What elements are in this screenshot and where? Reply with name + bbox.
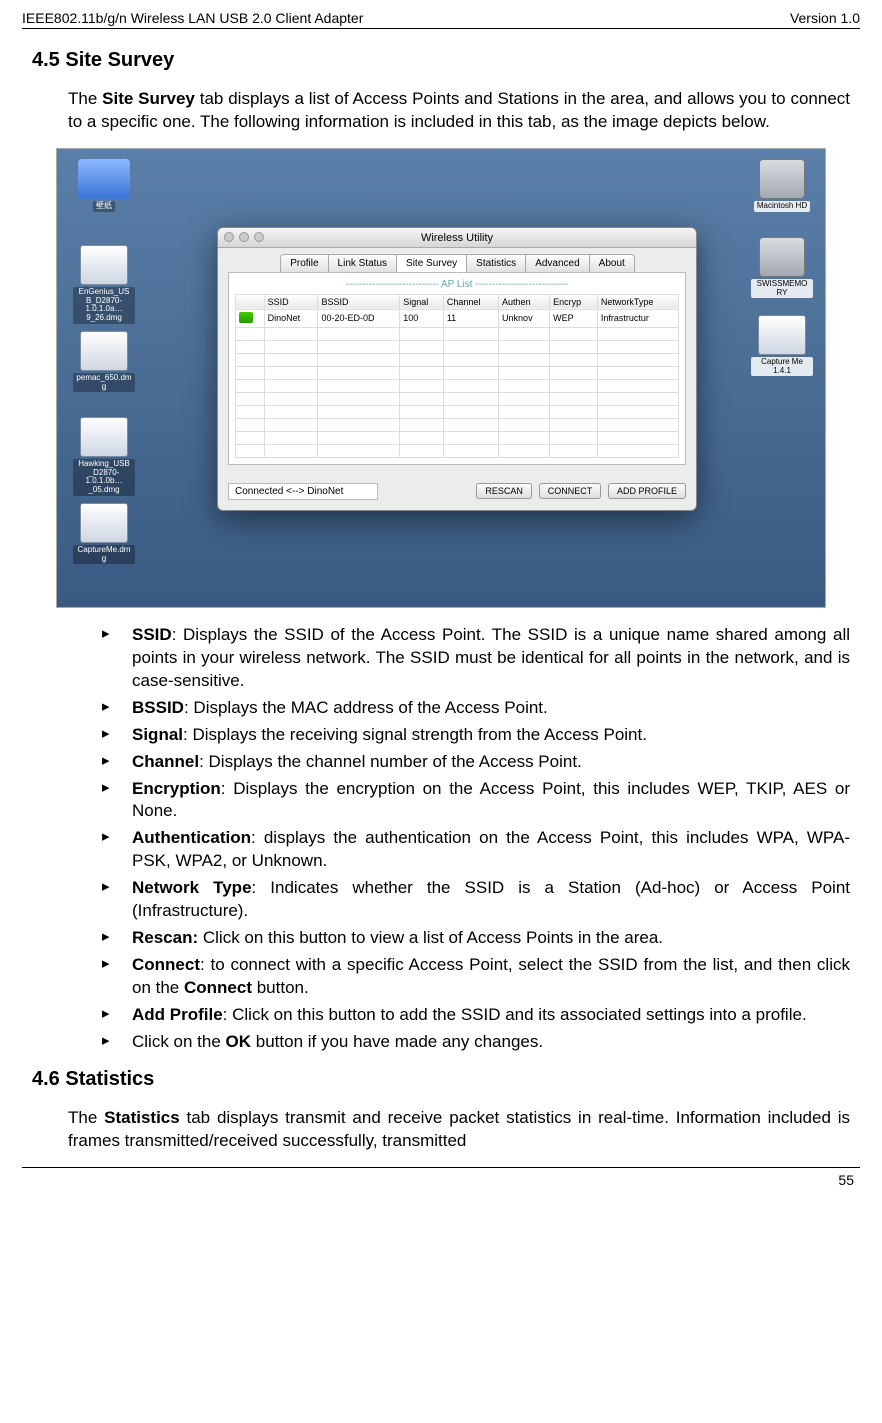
bullet-item: Click on the OK button if you have made … bbox=[102, 1031, 850, 1054]
ap-row-empty bbox=[236, 431, 679, 444]
ap-row-empty bbox=[236, 379, 679, 392]
stats-text-1: The bbox=[68, 1108, 104, 1127]
bullet-item: BSSID: Displays the MAC address of the A… bbox=[102, 697, 850, 720]
desktop-icon[interactable]: EnGenius_USB_D2870-1.0.1.0a…9_26.dmg bbox=[73, 245, 135, 324]
icon-label: Macintosh HD bbox=[754, 201, 810, 212]
drive-icon bbox=[759, 237, 805, 277]
desktop-icon[interactable]: SWISSMEMORY bbox=[751, 237, 813, 299]
connection-status: Connected <--> DinoNet bbox=[228, 483, 378, 500]
bullet-item: Encryption: Displays the encryption on t… bbox=[102, 778, 850, 824]
ap-row-empty bbox=[236, 418, 679, 431]
bullet-list: SSID: Displays the SSID of the Access Po… bbox=[102, 624, 850, 1054]
glyph-icon bbox=[758, 315, 806, 355]
bullet-item: Connect: to connect with a specific Acce… bbox=[102, 954, 850, 1000]
drive-icon bbox=[759, 159, 805, 199]
ap-table: SSIDBSSIDSignalChannelAuthenEncrypNetwor… bbox=[235, 294, 679, 458]
ap-panel: ---------------------------- AP List ---… bbox=[228, 272, 686, 465]
icon-label: SWISSMEMORY bbox=[751, 279, 813, 299]
tab-advanced[interactable]: Advanced bbox=[525, 254, 589, 272]
header-rule bbox=[22, 28, 860, 29]
ap-row-empty bbox=[236, 340, 679, 353]
rescan-button[interactable]: RESCAN bbox=[476, 483, 532, 499]
signal-icon bbox=[239, 312, 253, 323]
ap-list-title: ---------------------------- AP List ---… bbox=[235, 279, 679, 290]
bullet-item: Rescan: Click on this button to view a l… bbox=[102, 927, 850, 950]
desktop-icon[interactable]: Hawking_USB_D2870-1.0.1.0b…_05.dmg bbox=[73, 417, 135, 496]
tab-bar: ProfileLink StatusSite SurveyStatisticsA… bbox=[218, 248, 696, 272]
desktop-icon[interactable]: 壁纸 bbox=[73, 159, 135, 212]
icon-label: pemac_650.dmg bbox=[73, 373, 135, 393]
desktop-icon[interactable]: Macintosh HD bbox=[751, 159, 813, 212]
traffic-lights bbox=[224, 232, 264, 242]
ap-row-empty bbox=[236, 327, 679, 340]
icon-label: EnGenius_USB_D2870-1.0.1.0a…9_26.dmg bbox=[73, 287, 135, 324]
ap-col-header: SSID bbox=[264, 294, 318, 309]
tab-link-status[interactable]: Link Status bbox=[328, 254, 397, 272]
desktop-icon[interactable]: Capture Me 1.4.1 bbox=[751, 315, 813, 377]
ap-row-empty bbox=[236, 353, 679, 366]
bullet-item: Signal: Displays the receiving signal st… bbox=[102, 724, 850, 747]
ap-col-header bbox=[236, 294, 265, 309]
ap-row-empty bbox=[236, 392, 679, 405]
desktop-icon[interactable]: CaptureMe.dmg bbox=[73, 503, 135, 565]
glyph-icon bbox=[80, 331, 128, 371]
icon-label: Capture Me 1.4.1 bbox=[751, 357, 813, 377]
folder-icon bbox=[78, 159, 130, 199]
section-4-6-title: 4.6 Statistics bbox=[32, 1068, 860, 1091]
desktop-icon[interactable]: pemac_650.dmg bbox=[73, 331, 135, 393]
bullet-item: SSID: Displays the SSID of the Access Po… bbox=[102, 624, 850, 693]
add-profile-button[interactable]: ADD PROFILE bbox=[608, 483, 686, 499]
glyph-icon bbox=[80, 245, 128, 285]
section-4-5-body: The Site Survey tab displays a list of A… bbox=[68, 88, 850, 134]
stats-bold: Statistics bbox=[104, 1108, 180, 1127]
wireless-utility-window: Wireless Utility ProfileLink StatusSite … bbox=[217, 227, 697, 511]
tab-statistics[interactable]: Statistics bbox=[466, 254, 526, 272]
bullet-item: Channel: Displays the channel number of … bbox=[102, 751, 850, 774]
intro-bold: Site Survey bbox=[102, 89, 195, 108]
header-right: Version 1.0 bbox=[790, 10, 860, 26]
intro-text-1: The bbox=[68, 89, 102, 108]
window-bottom-row: Connected <--> DinoNet RESCAN CONNECT AD… bbox=[218, 475, 696, 510]
glyph-icon bbox=[80, 417, 128, 457]
connect-button[interactable]: CONNECT bbox=[539, 483, 602, 499]
ap-col-header: Authen bbox=[499, 294, 550, 309]
tab-site-survey[interactable]: Site Survey bbox=[396, 254, 467, 272]
stats-text-2: tab displays transmit and receive packet… bbox=[68, 1108, 850, 1150]
window-title: Wireless Utility bbox=[421, 232, 493, 244]
glyph-icon bbox=[80, 503, 128, 543]
tab-profile[interactable]: Profile bbox=[280, 254, 328, 272]
ap-col-header: Channel bbox=[443, 294, 498, 309]
page-number: 55 bbox=[22, 1168, 860, 1188]
ap-row[interactable]: DinoNet00-20-ED-0D10011UnknovWEPInfrastr… bbox=[236, 309, 679, 327]
section-4-6-body: The Statistics tab displays transmit and… bbox=[68, 1107, 850, 1153]
ap-row-empty bbox=[236, 366, 679, 379]
ap-col-header: Signal bbox=[400, 294, 444, 309]
bullet-item: Network Type: Indicates whether the SSID… bbox=[102, 877, 850, 923]
ap-row-empty bbox=[236, 405, 679, 418]
ap-col-header: BSSID bbox=[318, 294, 400, 309]
header-left: IEEE802.11b/g/n Wireless LAN USB 2.0 Cli… bbox=[22, 10, 363, 26]
window-titlebar: Wireless Utility bbox=[218, 228, 696, 248]
ap-row-empty bbox=[236, 444, 679, 457]
ap-col-header: Encryp bbox=[550, 294, 598, 309]
ap-col-header: NetworkType bbox=[597, 294, 678, 309]
bullet-item: Add Profile: Click on this button to add… bbox=[102, 1004, 850, 1027]
embedded-screenshot: 壁纸 EnGenius_USB_D2870-1.0.1.0a…9_26.dmgpe… bbox=[56, 148, 826, 608]
icon-label: CaptureMe.dmg bbox=[73, 545, 135, 565]
icon-label: 壁纸 bbox=[93, 201, 115, 212]
section-4-5-title: 4.5 Site Survey bbox=[32, 49, 860, 72]
icon-label: Hawking_USB_D2870-1.0.1.0b…_05.dmg bbox=[73, 459, 135, 496]
bullet-item: Authentication: displays the authenticat… bbox=[102, 827, 850, 873]
tab-about[interactable]: About bbox=[589, 254, 635, 272]
